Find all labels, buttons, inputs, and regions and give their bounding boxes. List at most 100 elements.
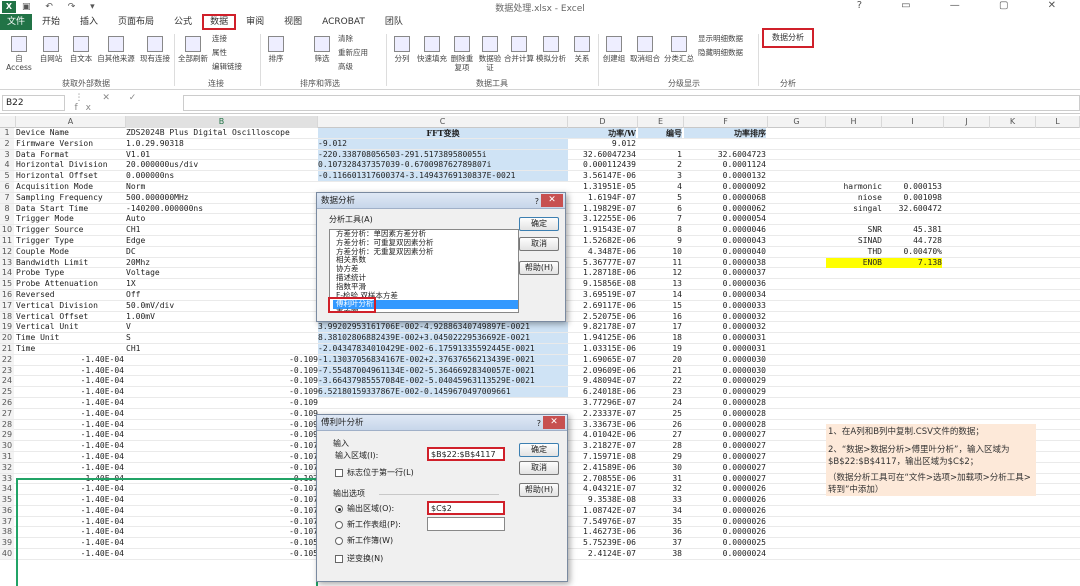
- cell-f[interactable]: 0.0001124: [684, 160, 766, 170]
- stat-label[interactable]: SNR: [826, 225, 882, 235]
- cell-a[interactable]: Vertical Unit: [16, 322, 124, 332]
- cell-a[interactable]: -1.40E-04: [16, 484, 124, 494]
- cell-e[interactable]: 33: [638, 495, 682, 505]
- tab-insert[interactable]: 插入: [70, 14, 108, 30]
- row-number[interactable]: 26: [0, 397, 14, 408]
- close-icon[interactable]: ✕: [543, 416, 565, 429]
- col-header-d[interactable]: D: [568, 116, 638, 128]
- col-header-c[interactable]: C: [318, 116, 568, 128]
- stat-label[interactable]: niose: [826, 193, 882, 203]
- cell-f[interactable]: 0.0000026: [684, 506, 766, 516]
- cell-a[interactable]: Firmware Version: [16, 139, 124, 149]
- cell-e[interactable]: 24: [638, 398, 682, 408]
- cell-d[interactable]: 7.15971E-08: [568, 452, 636, 462]
- cell-e[interactable]: 编号: [638, 128, 682, 138]
- cell-f[interactable]: 0.0000034: [684, 290, 766, 300]
- cell-c[interactable]: -3.66437985557084E-002-5.04045963113529E…: [318, 376, 568, 387]
- tab-team[interactable]: 团队: [375, 14, 413, 30]
- cell-d[interactable]: 9.3538E-08: [568, 495, 636, 505]
- row-number[interactable]: 23: [0, 365, 14, 376]
- from-web-button[interactable]: 自网站: [36, 36, 66, 63]
- cell-b[interactable]: -0.109: [126, 430, 318, 440]
- cell-f[interactable]: 32.6004723: [684, 150, 766, 160]
- cell-f[interactable]: 0.0000027: [684, 430, 766, 440]
- cell-d[interactable]: 2.69117E-06: [568, 301, 636, 311]
- cell-e[interactable]: 23: [638, 387, 682, 397]
- cell-d[interactable]: 1.52682E-06: [568, 236, 636, 246]
- cell-c[interactable]: 0.107328437357039-0.670098762789807i: [318, 160, 568, 171]
- input-range-field[interactable]: $B$22:$B$4117: [427, 447, 505, 461]
- cell-e[interactable]: 11: [638, 258, 682, 268]
- cell-e[interactable]: 27: [638, 430, 682, 440]
- new-sheet-radio[interactable]: [335, 521, 343, 529]
- cell-b[interactable]: -0.109: [126, 420, 318, 430]
- cell-e[interactable]: 25: [638, 409, 682, 419]
- cell-a[interactable]: Vertical Offset: [16, 312, 124, 322]
- cell-d[interactable]: 6.24018E-06: [568, 387, 636, 397]
- cell-d[interactable]: 3.12255E-06: [568, 214, 636, 224]
- cell-a[interactable]: Time: [16, 344, 124, 354]
- cell-a[interactable]: Trigger Mode: [16, 214, 124, 224]
- cell-a[interactable]: -1.40E-04: [16, 409, 124, 419]
- cell-e[interactable]: 3: [638, 171, 682, 181]
- tab-acrobat[interactable]: ACROBAT: [312, 14, 375, 30]
- tab-formulas[interactable]: 公式: [164, 14, 202, 30]
- col-header-l[interactable]: L: [1036, 116, 1080, 128]
- row-number[interactable]: 16: [0, 289, 14, 300]
- cell-d[interactable]: 1.46273E-06: [568, 527, 636, 537]
- cell-e[interactable]: 8: [638, 225, 682, 235]
- new-workbook-radio[interactable]: [335, 537, 343, 545]
- col-header-f[interactable]: F: [684, 116, 768, 128]
- cell-b[interactable]: -140200.000000ns: [126, 204, 318, 214]
- hide-detail-link[interactable]: 隐藏明细数据: [698, 48, 743, 57]
- list-item[interactable]: 相关系数: [333, 256, 518, 265]
- row-number[interactable]: 12: [0, 246, 14, 257]
- relationships-button[interactable]: 关系: [568, 36, 596, 63]
- cell-f[interactable]: 0.0000026: [684, 495, 766, 505]
- cell-a[interactable]: Data Format: [16, 150, 124, 160]
- row-number[interactable]: 33: [0, 473, 14, 484]
- cell-f[interactable]: 0.0000031: [684, 344, 766, 354]
- cell-a[interactable]: -1.40E-04: [16, 441, 124, 451]
- from-other-button[interactable]: 自其他来源: [96, 36, 136, 63]
- row-number[interactable]: 28: [0, 419, 14, 430]
- cell-d[interactable]: 5.75239E-06: [568, 538, 636, 548]
- cell-d[interactable]: 1.31951E-05: [568, 182, 636, 192]
- cell-d[interactable]: 1.94125E-06: [568, 333, 636, 343]
- cell-e[interactable]: 6: [638, 204, 682, 214]
- cell-a[interactable]: Sampling Frequency: [16, 193, 124, 203]
- cell-d[interactable]: 4.01042E-06: [568, 430, 636, 440]
- cell-b[interactable]: 20Mhz: [126, 258, 318, 268]
- cell-e[interactable]: 31: [638, 474, 682, 484]
- cell-a[interactable]: -1.40E-04: [16, 549, 124, 559]
- cell-e[interactable]: 18: [638, 333, 682, 343]
- cell-a[interactable]: Data Start Time: [16, 204, 124, 214]
- cell-a[interactable]: Trigger Type: [16, 236, 124, 246]
- tab-view[interactable]: 视图: [274, 14, 312, 30]
- cell-a[interactable]: Device Name: [16, 128, 124, 138]
- cell-c[interactable]: -1.13037056834167E-002+2.37637656213439E…: [318, 354, 568, 365]
- cell-a[interactable]: -1.40E-04: [16, 398, 124, 408]
- help-button[interactable]: 帮助(H): [519, 483, 559, 497]
- row-number[interactable]: 4: [0, 160, 14, 171]
- cell-a[interactable]: Time Unit: [16, 333, 124, 343]
- cell-e[interactable]: 21: [638, 366, 682, 376]
- tab-file[interactable]: 文件: [0, 14, 32, 30]
- cell-b[interactable]: -0.105: [126, 549, 318, 559]
- labels-checkbox[interactable]: [335, 469, 343, 477]
- cell-b[interactable]: Voltage: [126, 268, 318, 278]
- row-number[interactable]: 34: [0, 484, 14, 495]
- cell-a[interactable]: Probe Type: [16, 268, 124, 278]
- stat-value[interactable]: 0.000153: [882, 182, 942, 192]
- row-number[interactable]: 18: [0, 311, 14, 322]
- consolidate-button[interactable]: 合并计算: [504, 36, 534, 63]
- cell-a[interactable]: Acquisition Mode: [16, 182, 124, 192]
- col-header-g[interactable]: G: [768, 116, 826, 128]
- cell-d[interactable]: 4.04321E-07: [568, 484, 636, 494]
- cell-b[interactable]: Edge: [126, 236, 318, 246]
- col-header-b[interactable]: B: [126, 116, 318, 128]
- subtotal-button[interactable]: 分类汇总: [662, 36, 696, 63]
- cell-d[interactable]: 9.15856E-08: [568, 279, 636, 289]
- refresh-all-button[interactable]: 全部刷新: [176, 36, 210, 63]
- stat-label[interactable]: SINAD: [826, 236, 882, 246]
